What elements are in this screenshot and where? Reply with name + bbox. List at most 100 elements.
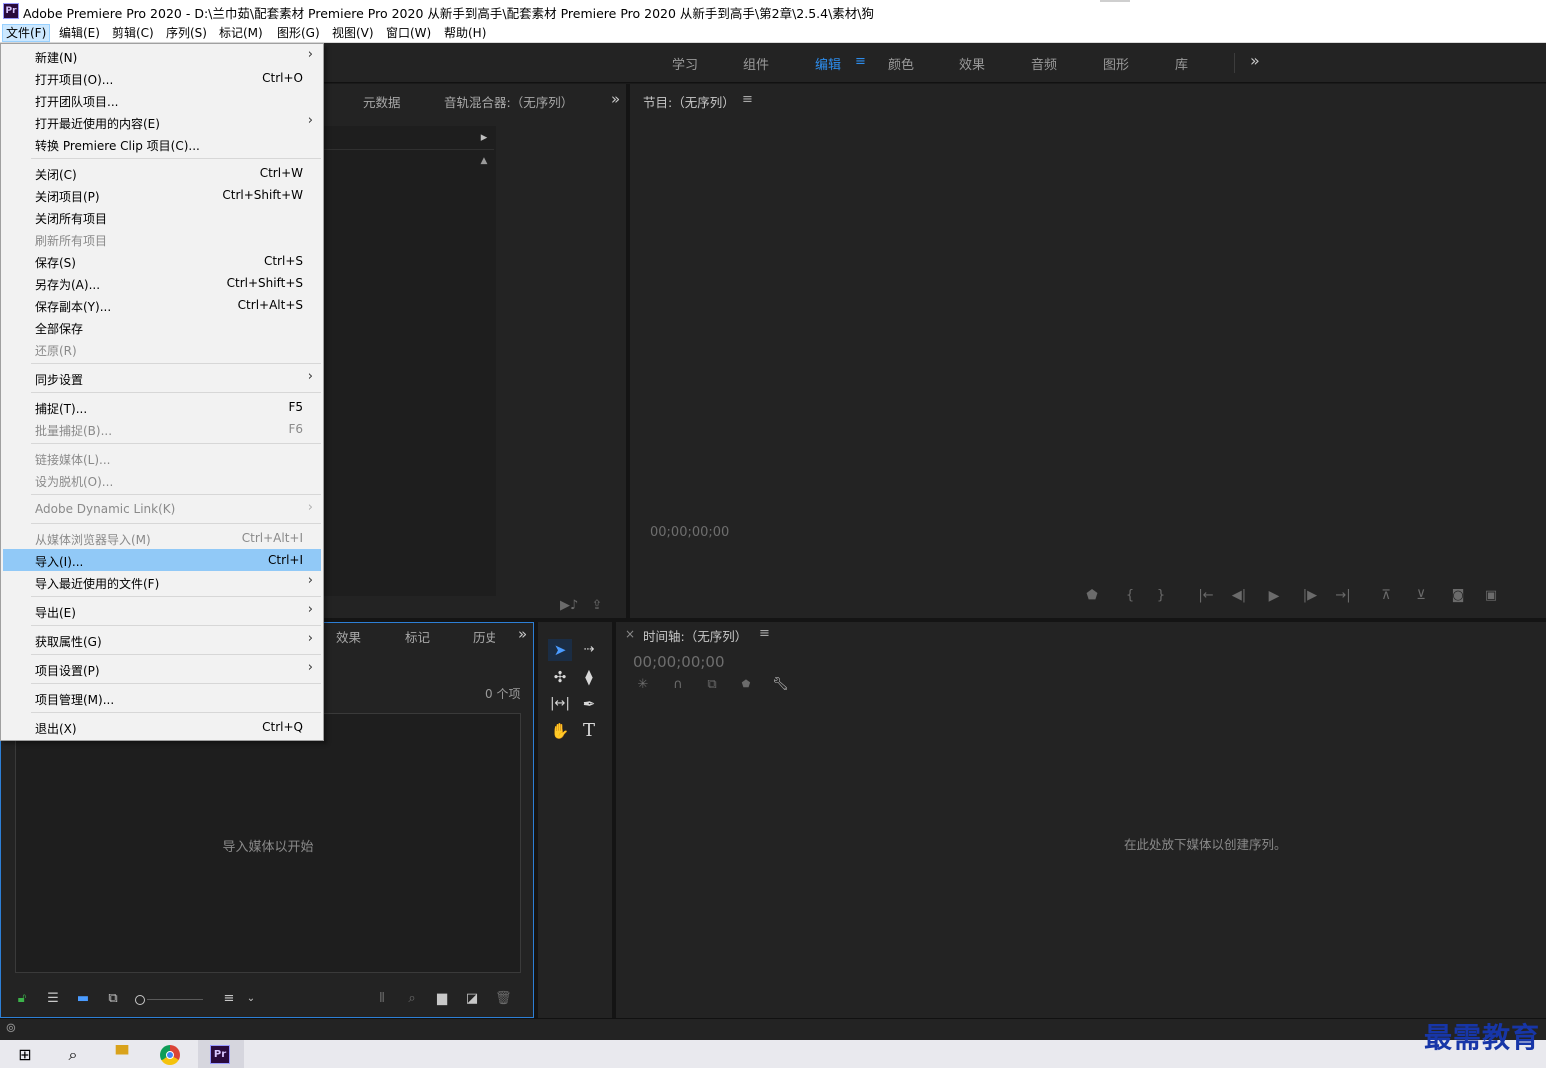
ripple-edit-tool-icon[interactable]: ✣	[548, 666, 572, 688]
track-select-tool-icon[interactable]: ⇢	[577, 639, 601, 661]
file-menu-item[interactable]: 导入(I)... Ctrl+I	[3, 549, 321, 571]
taskbar-active-app[interactable]: Pr	[198, 1040, 244, 1068]
timeline-menu-icon[interactable]: ≡	[759, 626, 770, 641]
file-explorer-icon[interactable]: ▀	[111, 1044, 133, 1066]
new-item-icon[interactable]: ◪	[464, 992, 480, 1006]
file-menu-item[interactable]: 刷新所有项目	[3, 228, 321, 250]
workspace-tab-audio[interactable]: 音频	[1031, 54, 1057, 73]
tab-history[interactable]: 历史	[473, 627, 495, 646]
step-forward-icon[interactable]: |▶	[1302, 589, 1318, 603]
wrench-icon[interactable]: 🔧︎	[772, 678, 789, 692]
panel-divider-vertical[interactable]	[626, 84, 630, 618]
file-menu-item[interactable]: 新建(N) ›	[3, 45, 321, 67]
type-tool-icon[interactable]: T	[577, 720, 601, 742]
tab-metadata[interactable]: 元数据	[363, 92, 401, 111]
lock-icon[interactable]: 🔓︎	[15, 992, 29, 1006]
timeline-drop-area[interactable]: 在此处放下媒体以创建序列。	[616, 707, 1546, 1018]
scroll-up-icon[interactable]: ▲	[478, 154, 490, 168]
chrome-icon[interactable]	[160, 1045, 180, 1065]
add-marker-icon[interactable]: ⬟	[1085, 589, 1099, 603]
find-icon[interactable]: ⌕	[405, 992, 419, 1006]
program-timecode[interactable]: 00;00;00;00	[650, 525, 729, 540]
menu-help[interactable]: 帮助(H)	[441, 24, 489, 42]
lift-icon[interactable]: ⊼	[1377, 589, 1395, 603]
file-menu-item[interactable]: 打开团队项目...	[3, 89, 321, 111]
background-tasks-icon[interactable]: ⊚	[4, 1022, 18, 1036]
expand-arrow-icon[interactable]: ▸	[478, 131, 490, 145]
file-menu-item[interactable]: 项目设置(P) ›	[3, 658, 321, 680]
audio-output-icon[interactable]: ▶♪	[560, 599, 578, 613]
icon-view-icon[interactable]: ▬	[75, 992, 91, 1006]
hand-tool-icon[interactable]: ✋	[548, 720, 572, 742]
menu-window[interactable]: 窗口(W)	[383, 24, 434, 42]
menu-sequence[interactable]: 序列(S)	[163, 24, 210, 42]
file-menu-item[interactable]: 保存(S) Ctrl+S	[3, 250, 321, 272]
workspace-tab-editing[interactable]: 编辑	[815, 54, 841, 73]
file-menu-item[interactable]: 捕捉(T)... F5	[3, 396, 321, 418]
project-media-area[interactable]: 导入媒体以开始	[15, 713, 521, 973]
mark-in-icon[interactable]: {	[1123, 589, 1137, 603]
file-menu-item[interactable]: 保存副本(Y)... Ctrl+Alt+S	[3, 294, 321, 316]
menu-file[interactable]: 文件(F)	[2, 24, 51, 42]
timeline-timecode[interactable]: 00;00;00;00	[633, 653, 725, 671]
add-marker-icon[interactable]: ⬟	[740, 678, 752, 692]
file-menu-item[interactable]: 同步设置 ›	[3, 367, 321, 389]
export-icon[interactable]: ⇪	[589, 599, 605, 613]
windows-start-icon[interactable]: ⊞	[14, 1044, 36, 1066]
file-menu-item[interactable]: 获取属性(G) ›	[3, 629, 321, 651]
workspace-tab-graphics[interactable]: 图形	[1103, 54, 1129, 73]
zoom-slider-handle[interactable]	[135, 995, 145, 1005]
sort-icons-icon[interactable]: ≡	[220, 992, 238, 1006]
selection-tool-icon[interactable]: ➤	[548, 639, 572, 661]
razor-tool-icon[interactable]: ⧫	[577, 666, 601, 688]
extract-icon[interactable]: ⊻	[1412, 589, 1430, 603]
menu-edit[interactable]: 编辑(E)	[56, 24, 103, 42]
pen-tool-icon[interactable]: ✒	[577, 693, 601, 715]
file-menu-item[interactable]: 关闭(C) Ctrl+W	[3, 162, 321, 184]
linked-selection-icon[interactable]: ⧉	[704, 678, 720, 692]
snap-icon[interactable]: ∩	[671, 678, 685, 692]
workspace-overflow-button[interactable]: »	[1250, 51, 1260, 70]
step-back-icon[interactable]: ◀|	[1231, 589, 1247, 603]
menu-view[interactable]: 视图(V)	[329, 24, 377, 42]
workspace-tab-assembly[interactable]: 组件	[743, 54, 769, 73]
nest-toggle-icon[interactable]: ✳	[636, 678, 650, 692]
panel-overflow-button[interactable]: »	[611, 90, 620, 108]
tab-effects[interactable]: 效果	[336, 627, 361, 646]
file-menu-item[interactable]: 另存为(A)... Ctrl+Shift+S	[3, 272, 321, 294]
search-icon[interactable]: ⌕	[62, 1044, 84, 1066]
export-frame-icon[interactable]: ◙	[1450, 589, 1466, 603]
timeline-close-button[interactable]: ×	[625, 627, 635, 641]
mark-out-icon[interactable]: }	[1154, 589, 1168, 603]
file-menu-item[interactable]: 从媒体浏览器导入(M) Ctrl+Alt+I	[3, 527, 321, 549]
sort-dropdown-chevron-icon[interactable]: ⌄	[245, 992, 257, 1006]
file-menu-item[interactable]: 打开最近使用的内容(E) ›	[3, 111, 321, 133]
file-menu-item[interactable]: 退出(X) Ctrl+Q	[3, 716, 321, 738]
tab-audio-track-mixer[interactable]: 音轨混合器:（无序列）	[444, 92, 573, 111]
workspace-tab-color[interactable]: 颜色	[888, 54, 914, 73]
file-menu-item[interactable]: 设为脱机(O)...	[3, 469, 321, 491]
program-monitor-menu-icon[interactable]: ≡	[742, 92, 753, 107]
workspace-tab-effects[interactable]: 效果	[959, 54, 985, 73]
go-to-in-icon[interactable]: |←	[1197, 589, 1215, 603]
file-menu-item[interactable]: 项目管理(M)...	[3, 687, 321, 709]
clear-icon[interactable]: 🗑︎	[495, 992, 512, 1006]
file-menu-item[interactable]: 全部保存	[3, 316, 321, 338]
slip-tool-icon[interactable]: |↔|	[548, 693, 572, 715]
workspace-tab-learning[interactable]: 学习	[672, 54, 698, 73]
workspace-menu-icon[interactable]: ≡	[855, 54, 866, 69]
freeform-view-icon[interactable]: ⧉	[103, 992, 123, 1006]
timeline-title[interactable]: 时间轴:（无序列）	[643, 626, 747, 645]
file-menu-item[interactable]: 关闭项目(P) Ctrl+Shift+W	[3, 184, 321, 206]
go-to-out-icon[interactable]: →|	[1334, 589, 1352, 603]
play-icon[interactable]: ▶	[1266, 589, 1282, 603]
workspace-tab-libraries[interactable]: 库	[1175, 54, 1188, 73]
automate-to-sequence-icon[interactable]: ⫴	[373, 992, 391, 1006]
menu-markers[interactable]: 标记(M)	[216, 24, 266, 42]
tab-markers[interactable]: 标记	[405, 627, 430, 646]
comparison-view-icon[interactable]: ▣	[1482, 589, 1500, 603]
file-menu-item[interactable]: 批量捕捉(B)... F6	[3, 418, 321, 440]
file-menu-item[interactable]: 转换 Premiere Clip 项目(C)...	[3, 133, 321, 155]
program-monitor-title[interactable]: 节目:（无序列）	[643, 92, 735, 111]
file-menu-item[interactable]: 导入最近使用的文件(F) ›	[3, 571, 321, 593]
